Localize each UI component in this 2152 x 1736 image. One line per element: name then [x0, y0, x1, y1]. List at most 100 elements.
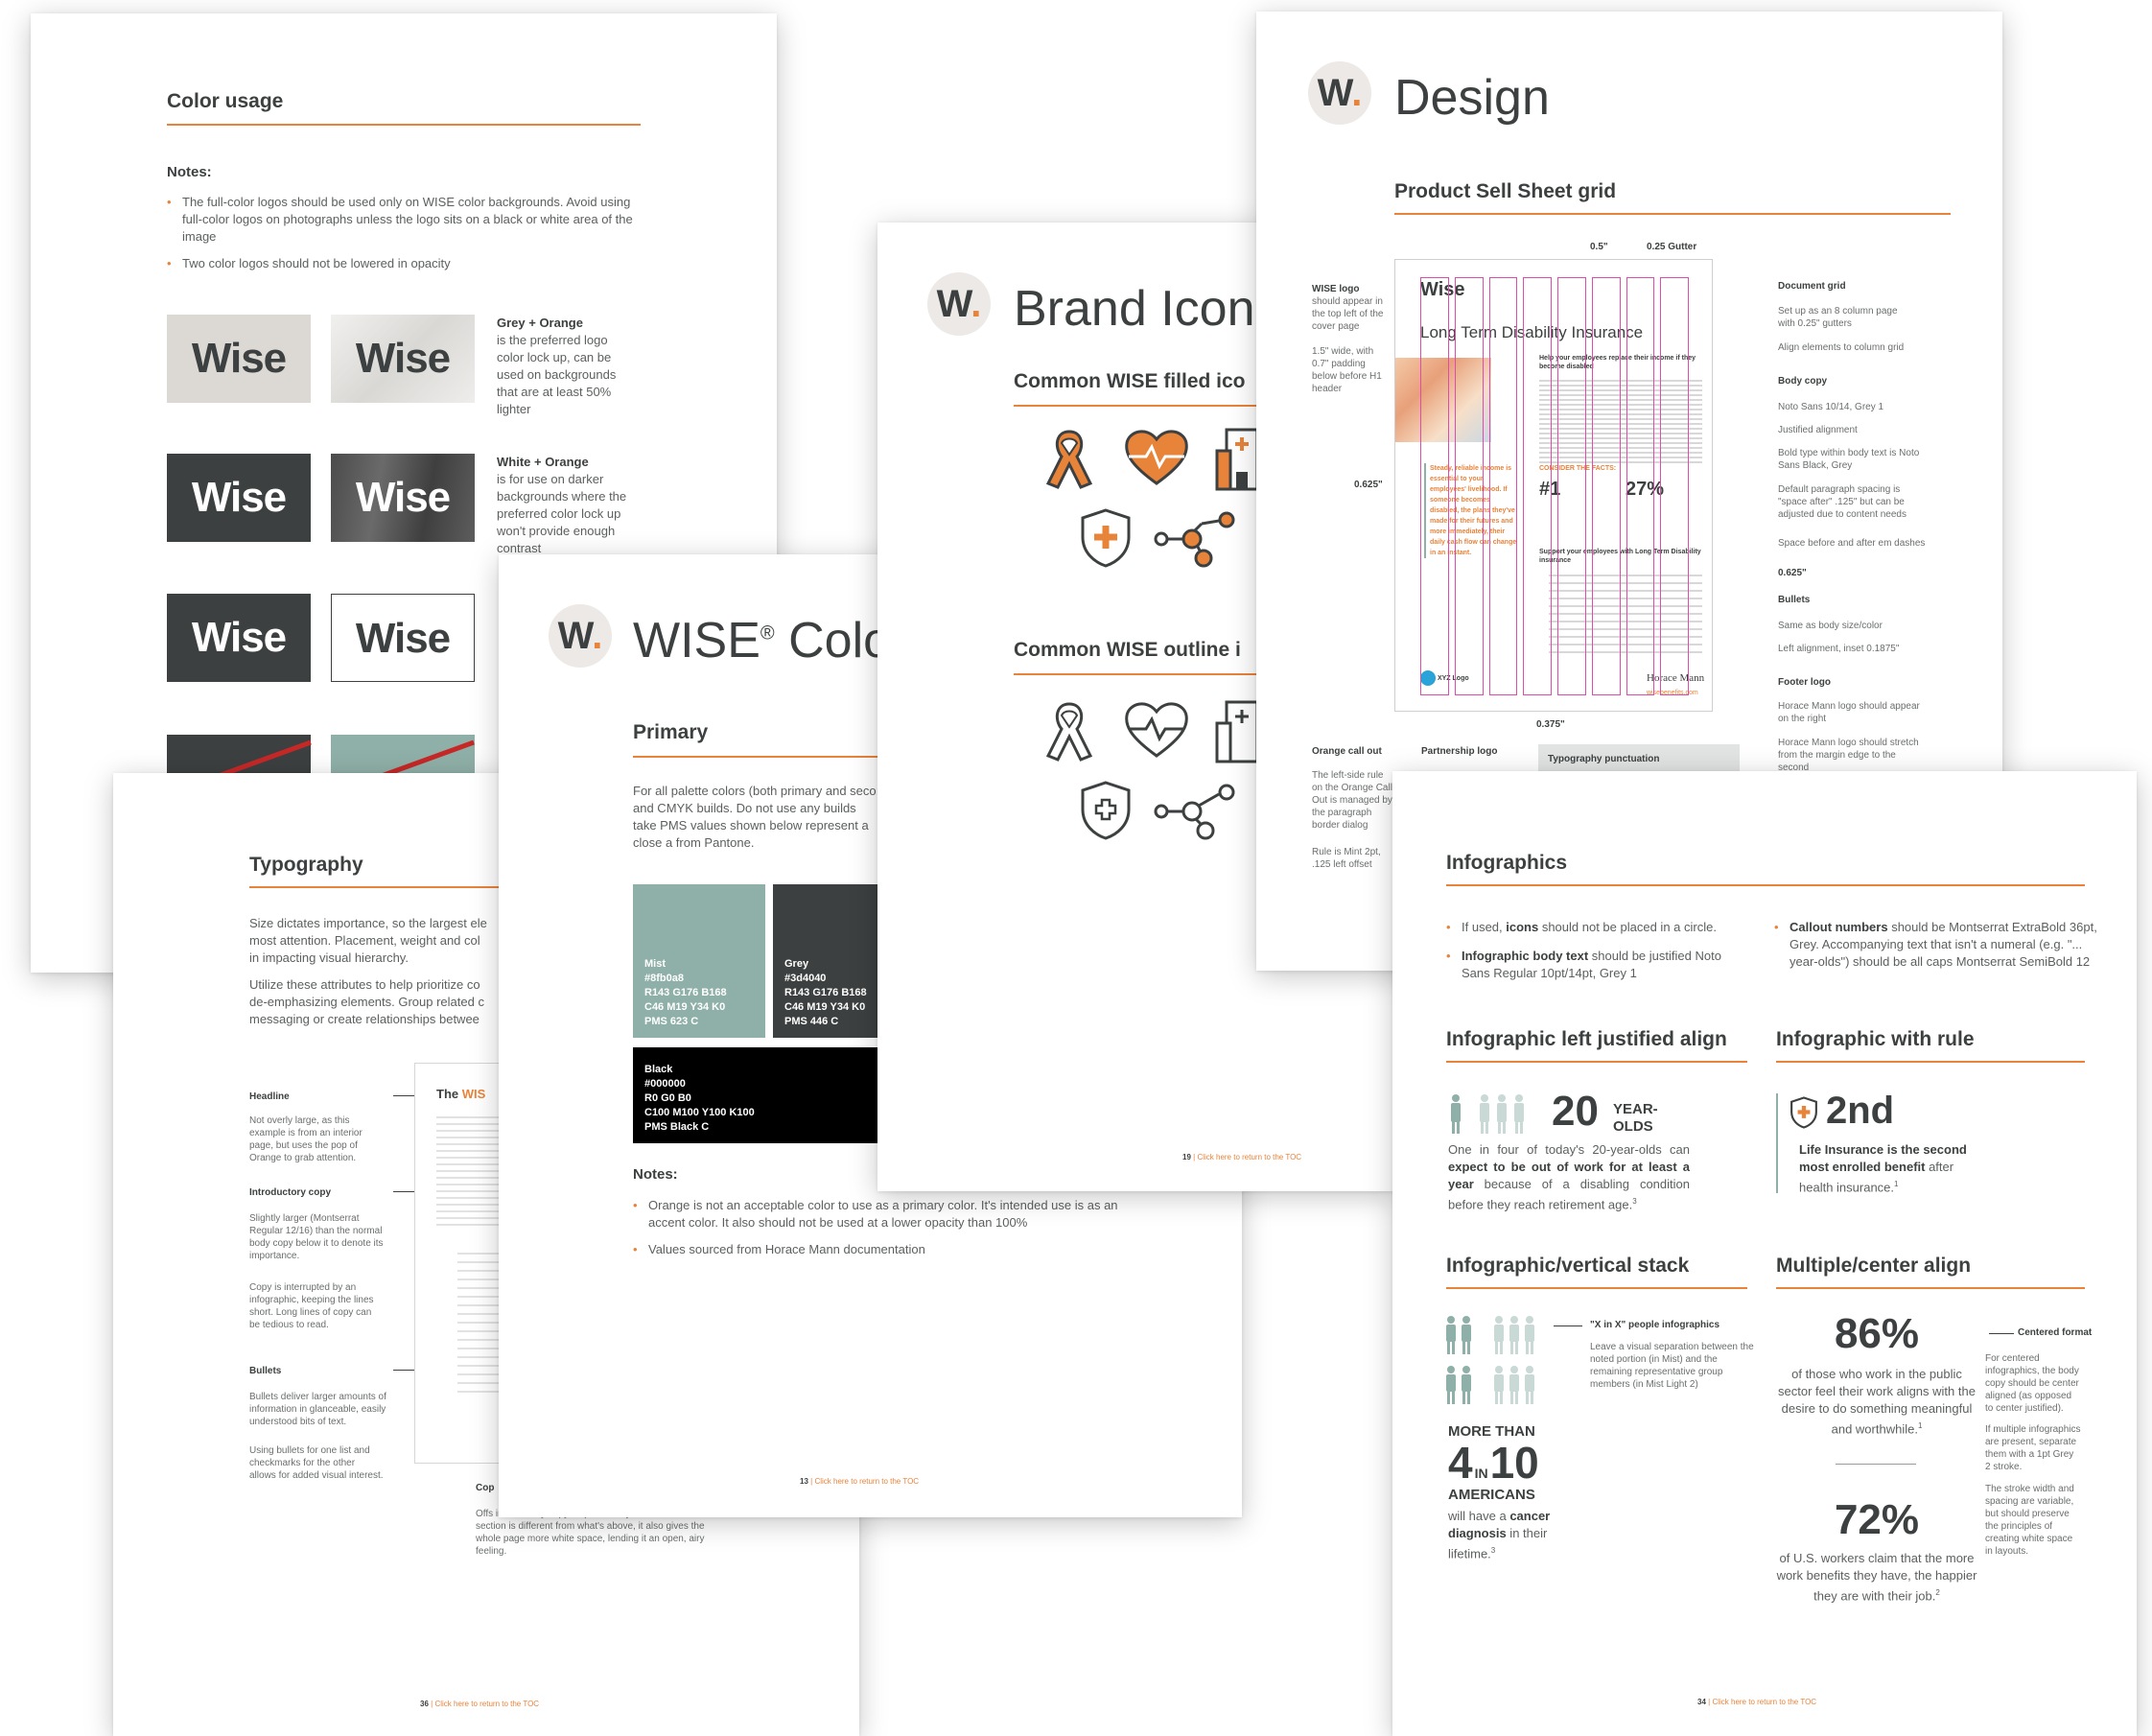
centered-label: Centered format [2018, 1327, 2093, 1338]
section-rule [1446, 1061, 1747, 1063]
logo-on-light-grey: Wise [167, 315, 311, 403]
shield-plus-icon [1081, 508, 1131, 568]
centered-desc3: The stroke width and spacing are variabl… [1985, 1484, 2074, 1557]
page-title: Color usage [167, 90, 284, 112]
orange-callout-rule: Rule is Mint 2pt, .125 left offset [1312, 847, 1381, 870]
bullets-label: Bullets [249, 1366, 282, 1376]
shield-plus-outline-icon [1081, 781, 1131, 840]
bullets-label: Bullets [1778, 595, 1811, 605]
cancer-desc: will have a cancer diagnosis in their li… [1448, 1509, 1551, 1561]
footer-logo-label: Footer logo [1778, 677, 1831, 688]
mist-swatch: Mist #8fb0a8 R143 G176 B168 C46 M19 Y34 … [633, 884, 765, 1038]
page-footer[interactable]: 34 | Click here to return to the TOC [1697, 1698, 1816, 1706]
filled-section-title: Common WISE filled ico [1014, 370, 1246, 392]
page-footer[interactable]: 13 | Click here to return to the TOC [800, 1477, 919, 1486]
note-item: The full-color logos should be used only… [167, 194, 643, 246]
swatch-hex: #8fb0a8 [644, 973, 684, 984]
padding-desc: 1.5" wide, with 0.7" padding below befor… [1312, 346, 1382, 394]
network-outline-icon [1154, 784, 1235, 840]
body-copy-3: Bold type within body text is Noto Sans … [1778, 448, 1920, 471]
headline-label: Headline [249, 1091, 290, 1102]
stat-2nd: 2nd [1826, 1090, 1895, 1132]
grid-column [1488, 277, 1518, 695]
align-desc: Align elements to column grid [1778, 342, 1905, 353]
swatch-name: Black [644, 1064, 673, 1075]
stat-72: 72% [1834, 1496, 1920, 1543]
primary-intro: For all palette colors (both primary and… [633, 784, 877, 850]
callout-line [1554, 1325, 1582, 1326]
section-rule [1776, 1287, 2085, 1289]
p86-desc: of those who work in the public sector f… [1778, 1367, 1976, 1437]
rule-infographic: 2nd Life Insurance is the second most en… [1776, 1090, 1999, 1194]
title-rule [1446, 884, 2085, 886]
network-icon [1154, 511, 1235, 568]
heart-pulse-icon [1125, 430, 1188, 485]
heart-pulse-outline-icon [1125, 702, 1188, 758]
intro-paragraph: Size dictates importance, so the largest… [249, 916, 487, 965]
bullet-body-text: Infographic body text should be justifie… [1446, 948, 1730, 982]
body-copy-1: Noto Sans 10/14, Grey 1 [1778, 402, 1884, 412]
page-title: Design [1394, 70, 1550, 126]
wise-badge-icon: W. [1308, 61, 1371, 125]
sell-sheet-mock: Wise Long Term Disability Insurance Help… [1394, 259, 1713, 712]
document-grid-desc: Set up as an 8 column page with 0.25" gu… [1778, 306, 1898, 329]
grid-column [1454, 277, 1484, 695]
sample-headline: The WIS [436, 1087, 486, 1101]
intro-copy-desc: Slightly larger (Montserrat Regular 12/1… [249, 1213, 384, 1261]
bullet-callout-numbers: Callout numbers should be Montserrat Ext… [1774, 919, 2106, 971]
page-footer[interactable]: 36 | Click here to return to the TOC [420, 1700, 539, 1708]
wise-badge-icon: W. [927, 272, 991, 336]
intro-paragraph: Utilize these attributes to help priorit… [249, 977, 484, 1026]
center-title: Multiple/center align [1776, 1255, 1972, 1277]
copy-label: Cop [476, 1483, 495, 1493]
note-item: Values sourced from Horace Mann document… [633, 1241, 1128, 1258]
document-grid-label: Document grid [1778, 281, 1846, 292]
hospital-icon [1215, 428, 1259, 491]
stat-olds: OLDS [1613, 1118, 1653, 1135]
orange-callout-desc: The left-side rule on the Orange Call Ou… [1312, 770, 1392, 831]
logo-grey-bg: Wise [167, 594, 311, 682]
notes-label: Notes: [633, 1166, 678, 1183]
section-rule [1394, 213, 1951, 215]
body-copy-label: Body copy [1778, 376, 1828, 387]
section-rule [1446, 1287, 1747, 1289]
headline-desc: Not overly large, as this example is fro… [249, 1115, 363, 1163]
footer-logo-1: Horace Mann logo should appear on the ri… [1778, 701, 1920, 724]
grid-column [1660, 277, 1689, 695]
grey-orange-desc: is the preferred logo color lock up, can… [497, 333, 617, 416]
swatch-hex: #000000 [644, 1078, 686, 1090]
logo-white-bg: Wise [331, 594, 475, 682]
xinx-desc: Leave a visual separation between the no… [1590, 1342, 1754, 1390]
swatch-cmyk: C46 M19 Y34 K0 [644, 1001, 726, 1013]
bullets-2: Left alignment, inset 0.1875" [1778, 644, 1900, 654]
xinx-label: "X in X" people infographics [1590, 1320, 1720, 1330]
typo-punct-label: Typography punctuation [1548, 754, 1660, 764]
title-rule [167, 124, 641, 126]
page-footer[interactable]: 19 | Click here to return to the TOC [1182, 1153, 1301, 1161]
wise-logo-label: WISE logo [1312, 284, 1360, 294]
logo-on-photo-dark: Wise [331, 454, 475, 542]
hospital-outline-icon [1215, 700, 1259, 763]
logo-on-grey: Wise [167, 454, 311, 542]
p72-desc: of U.S. workers claim that the more work… [1776, 1551, 1977, 1604]
bullets-desc2: Using bullets for one list and checkmark… [249, 1445, 384, 1481]
logo-on-photo-light: Wise [331, 315, 475, 403]
grid-column [1591, 277, 1621, 695]
right-margin: 0.625" [1778, 568, 1807, 578]
body-copy-5: Space before and after em dashes [1778, 538, 1926, 549]
vstack-title: Infographic/vertical stack [1446, 1255, 1690, 1277]
partnership-label: Partnership logo [1421, 746, 1498, 757]
notes-label: Notes: [167, 164, 212, 180]
bullets-1: Same as body size/color [1778, 621, 1883, 631]
page-title: Infographics [1446, 852, 1568, 874]
swatch-rgb: R0 G0 B0 [644, 1092, 691, 1104]
margin-left: 0.625" [1354, 480, 1383, 490]
bullet-icons: If used, icons should not be placed in a… [1446, 919, 1749, 936]
bullets-desc: Bullets deliver larger amounts of inform… [249, 1392, 386, 1427]
centered-desc: For centered infographics, the body copy… [1985, 1353, 2079, 1414]
gutter-quarter: 0.25 Gutter [1647, 242, 1697, 252]
centered-desc2: If multiple infographics are present, se… [1985, 1424, 2081, 1472]
page-title: WISE® Colo [633, 613, 892, 669]
people-grid-icon [1446, 1316, 1534, 1404]
bottom-margin: 0.375" [1536, 719, 1565, 730]
